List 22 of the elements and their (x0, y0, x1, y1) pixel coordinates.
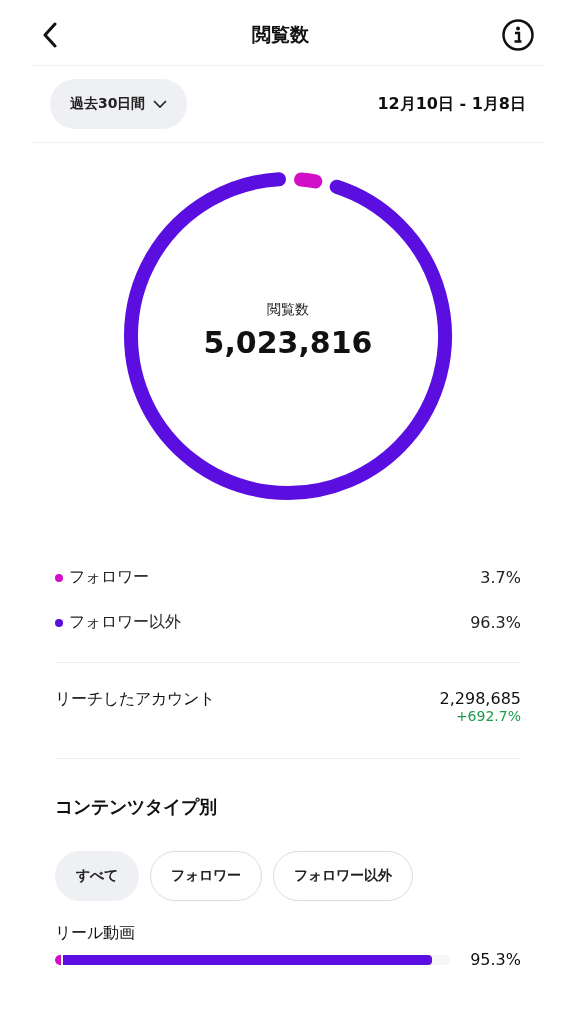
page-title: 閲覧数 (251, 21, 309, 47)
total-label: 閲覧数 (266, 301, 310, 319)
legend-label: フォロワー以外 (69, 612, 182, 633)
reach-label: リーチしたアカウント (55, 689, 215, 710)
legend-value: 96.3% (470, 613, 521, 632)
total-value: 5,023,816 (202, 325, 374, 360)
back-button[interactable] (42, 21, 58, 48)
reach-change: +692.7% (454, 708, 521, 724)
date-range: 12月10日 - 1月8日 (377, 93, 526, 115)
back-icon (42, 21, 58, 48)
filter-chip[interactable]: すべて (55, 851, 139, 901)
content-type-label: リール動画 (55, 923, 136, 944)
reach-value: 2,298,685 (439, 689, 521, 708)
legend-label: フォロワー (69, 567, 150, 588)
filter-chip[interactable]: フォロワー (150, 851, 262, 901)
period-dropdown[interactable]: 過去30日間 (50, 79, 188, 129)
info-icon[interactable] (502, 18, 534, 51)
bar-value: 95.3% (470, 950, 521, 969)
caret-icon (153, 99, 168, 109)
section-title: コンテンツタイプ別 (55, 795, 218, 819)
filter-chip[interactable]: フォロワー以外 (273, 851, 413, 901)
legend-value: 3.7% (480, 568, 521, 587)
